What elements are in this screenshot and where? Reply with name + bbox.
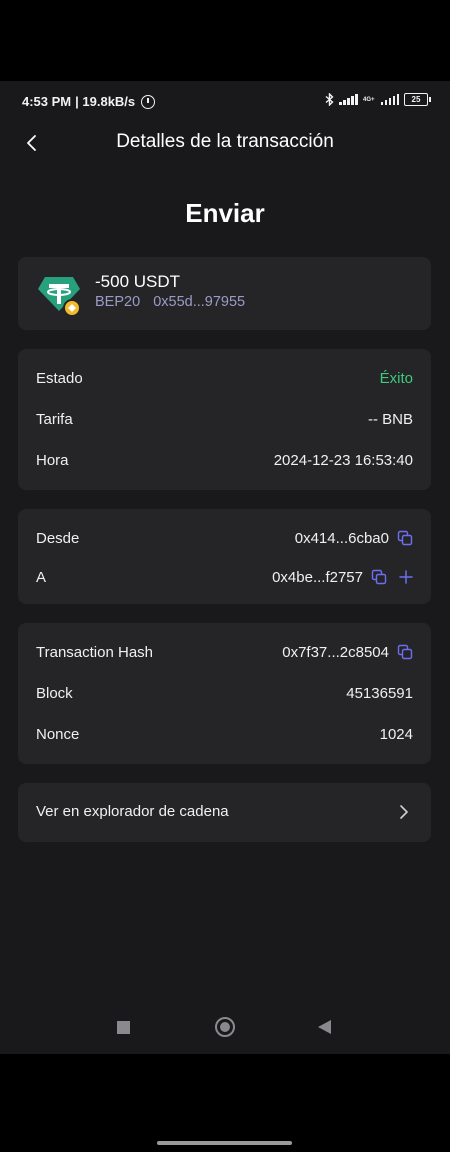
home-icon[interactable] (215, 1017, 235, 1037)
asset-card: -500 USDT BEP20 0x55d...97955 (18, 257, 431, 330)
asset-amount: -500 USDT (95, 272, 181, 291)
to-label: A (36, 568, 47, 586)
status-card: Estado Éxito Tarifa -- BNB Hora 2024-12-… (18, 349, 431, 490)
asset-subtitle: BEP20 0x55d...97955 (95, 294, 245, 310)
tether-logo-icon (38, 277, 81, 317)
block-row: Block 45136591 (36, 682, 413, 704)
from-label: Desde (36, 529, 80, 547)
block-label: Block (36, 684, 73, 702)
to-value-group: 0x4be...f2757 (272, 569, 413, 586)
app-screen: 4:53 PM | 19.8kB/s 4G+ 25 Detalles de la… (0, 81, 450, 1054)
system-navigation-bar (0, 1011, 450, 1043)
asset-network: BEP20 (95, 294, 141, 310)
status-value: Éxito (379, 369, 413, 387)
alarm-icon (141, 94, 156, 109)
copy-icon[interactable] (397, 644, 413, 660)
status-row: Estado Éxito (36, 367, 413, 389)
status-speed: | 19.8kB/s (75, 94, 136, 109)
chevron-right-icon (400, 805, 408, 819)
battery-icon: 25 (404, 93, 431, 106)
status-label: Estado (36, 369, 83, 387)
back-triangle-icon[interactable] (318, 1020, 331, 1034)
page-title: Detalles de la transacción (116, 131, 334, 152)
hash-value-group: 0x7f37...2c8504 (282, 644, 413, 661)
hash-row: Transaction Hash 0x7f37...2c8504 (36, 641, 413, 663)
from-address: 0x414...6cba0 (294, 529, 389, 547)
home-indicator[interactable] (157, 1141, 292, 1145)
time-value: 2024-12-23 16:53:40 (273, 451, 413, 469)
block-value: 45136591 (346, 684, 413, 702)
hash-value: 0x7f37...2c8504 (282, 643, 389, 661)
nonce-row: Nonce 1024 (36, 723, 413, 745)
chain-info-card: Transaction Hash 0x7f37...2c8504 Block 4… (18, 623, 431, 764)
hash-label: Transaction Hash (36, 643, 153, 661)
recent-apps-icon[interactable] (117, 1021, 130, 1034)
asset-contract-address: 0x55d...97955 (153, 294, 246, 310)
status-bar: 4:53 PM | 19.8kB/s 4G+ 25 (0, 81, 450, 121)
status-right: 4G+ 25 (325, 93, 431, 106)
transaction-type-heading: Enviar (185, 198, 265, 228)
nonce-label: Nonce (36, 725, 80, 743)
signal-icon-2 (380, 94, 399, 105)
signal-icon (339, 94, 358, 105)
add-contact-plus-icon[interactable] (399, 570, 413, 584)
status-left: 4:53 PM | 19.8kB/s (22, 94, 156, 109)
time-row: Hora 2024-12-23 16:53:40 (36, 449, 413, 471)
fee-label: Tarifa (36, 410, 73, 428)
nonce-value: 1024 (379, 725, 413, 743)
device-top-bezel (0, 0, 450, 81)
address-card: Desde 0x414...6cba0 A 0x4be...f2757 (18, 509, 431, 604)
status-time: 4:53 PM (22, 94, 72, 109)
to-row: A 0x4be...f2757 (36, 566, 413, 588)
to-address: 0x4be...f2757 (272, 568, 363, 586)
time-label: Hora (36, 451, 69, 469)
copy-icon[interactable] (397, 530, 413, 546)
network-type: 4G+ (362, 96, 375, 103)
fee-value: -- BNB (368, 410, 413, 428)
bluetooth-icon (326, 93, 335, 106)
device-bottom-bezel (0, 1054, 450, 1152)
explorer-label: Ver en explorador de cadena (36, 803, 229, 820)
from-row: Desde 0x414...6cba0 (36, 527, 413, 549)
fee-row: Tarifa -- BNB (36, 408, 413, 430)
view-in-explorer-button[interactable]: Ver en explorador de cadena (18, 783, 431, 842)
copy-icon[interactable] (371, 569, 387, 585)
from-value-group: 0x414...6cba0 (295, 530, 413, 547)
